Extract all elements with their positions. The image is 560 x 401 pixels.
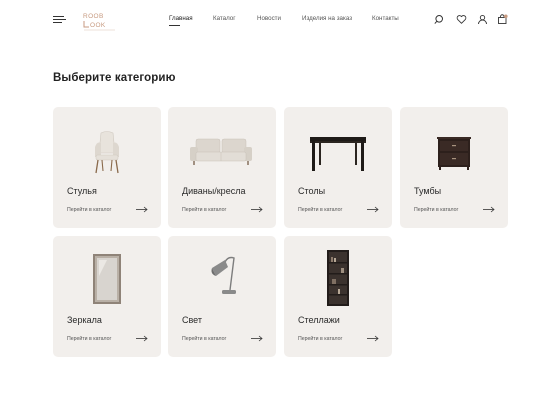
sofa-icon [168,117,276,181]
cart-icon[interactable] [497,14,508,25]
table-icon [284,117,392,181]
catalog-link[interactable]: Перейти в каталог [182,207,226,213]
arrow-right-icon[interactable] [251,335,263,342]
catalog-link[interactable]: Перейти в каталог [298,207,342,213]
catalog-link[interactable]: Перейти в каталог [67,336,111,342]
category-card-nightstands[interactable]: Тумбы Перейти в каталог [400,107,508,228]
category-name: Свет [182,315,203,325]
arrow-right-icon[interactable] [367,206,379,213]
arrow-right-icon[interactable] [136,206,148,213]
category-name: Стулья [67,186,97,196]
arrow-right-icon[interactable] [251,206,263,213]
catalog-link[interactable]: Перейти в каталог [182,336,226,342]
nav-news[interactable]: Новости [257,15,281,22]
category-name: Столы [298,186,326,196]
category-name: Тумбы [414,186,442,196]
search-icon[interactable] [434,14,445,25]
category-name: Диваны/кресла [182,186,246,196]
catalog-link[interactable]: Перейти в каталог [414,207,458,213]
nav-custom-orders[interactable]: Изделия на заказ [302,15,352,22]
svg-text:ROOB: ROOB [83,13,104,20]
arrow-right-icon[interactable] [483,206,495,213]
mirror-icon [53,246,161,310]
site-header: ROOB OOK Главная Каталог Новости Изделия… [0,0,560,40]
catalog-link[interactable]: Перейти в каталог [67,207,111,213]
arrow-right-icon[interactable] [367,335,379,342]
logo[interactable]: ROOB OOK [82,10,118,32]
nav-contacts[interactable]: Контакты [372,15,399,22]
chair-icon [53,117,161,181]
category-card-sofas[interactable]: Диваны/кресла Перейти в каталог [168,107,276,228]
catalog-link[interactable]: Перейти в каталог [298,336,342,342]
category-card-mirrors[interactable]: Зеркала Перейти в каталог [53,236,161,357]
category-card-lighting[interactable]: Свет Перейти в каталог [168,236,276,357]
category-card-chairs[interactable]: Стулья Перейти в каталог [53,107,161,228]
category-name: Зеркала [67,315,102,325]
page-title: Выберите категорию [53,72,176,84]
nightstand-icon [400,117,508,181]
menu-icon[interactable] [53,16,66,24]
logo-icon: ROOB OOK [83,13,115,31]
heart-icon[interactable] [456,14,467,25]
lamp-icon [168,246,276,310]
user-icon[interactable] [477,14,488,25]
category-name: Стеллажи [298,315,340,325]
arrow-right-icon[interactable] [136,335,148,342]
nav-catalog[interactable]: Каталог [213,15,236,22]
nav-home[interactable]: Главная [169,15,193,26]
bookshelf-icon [284,246,392,310]
category-card-shelves[interactable]: Стеллажи Перейти в каталог [284,236,392,357]
svg-text:OOK: OOK [90,22,106,29]
category-card-tables[interactable]: Столы Перейти в каталог [284,107,392,228]
